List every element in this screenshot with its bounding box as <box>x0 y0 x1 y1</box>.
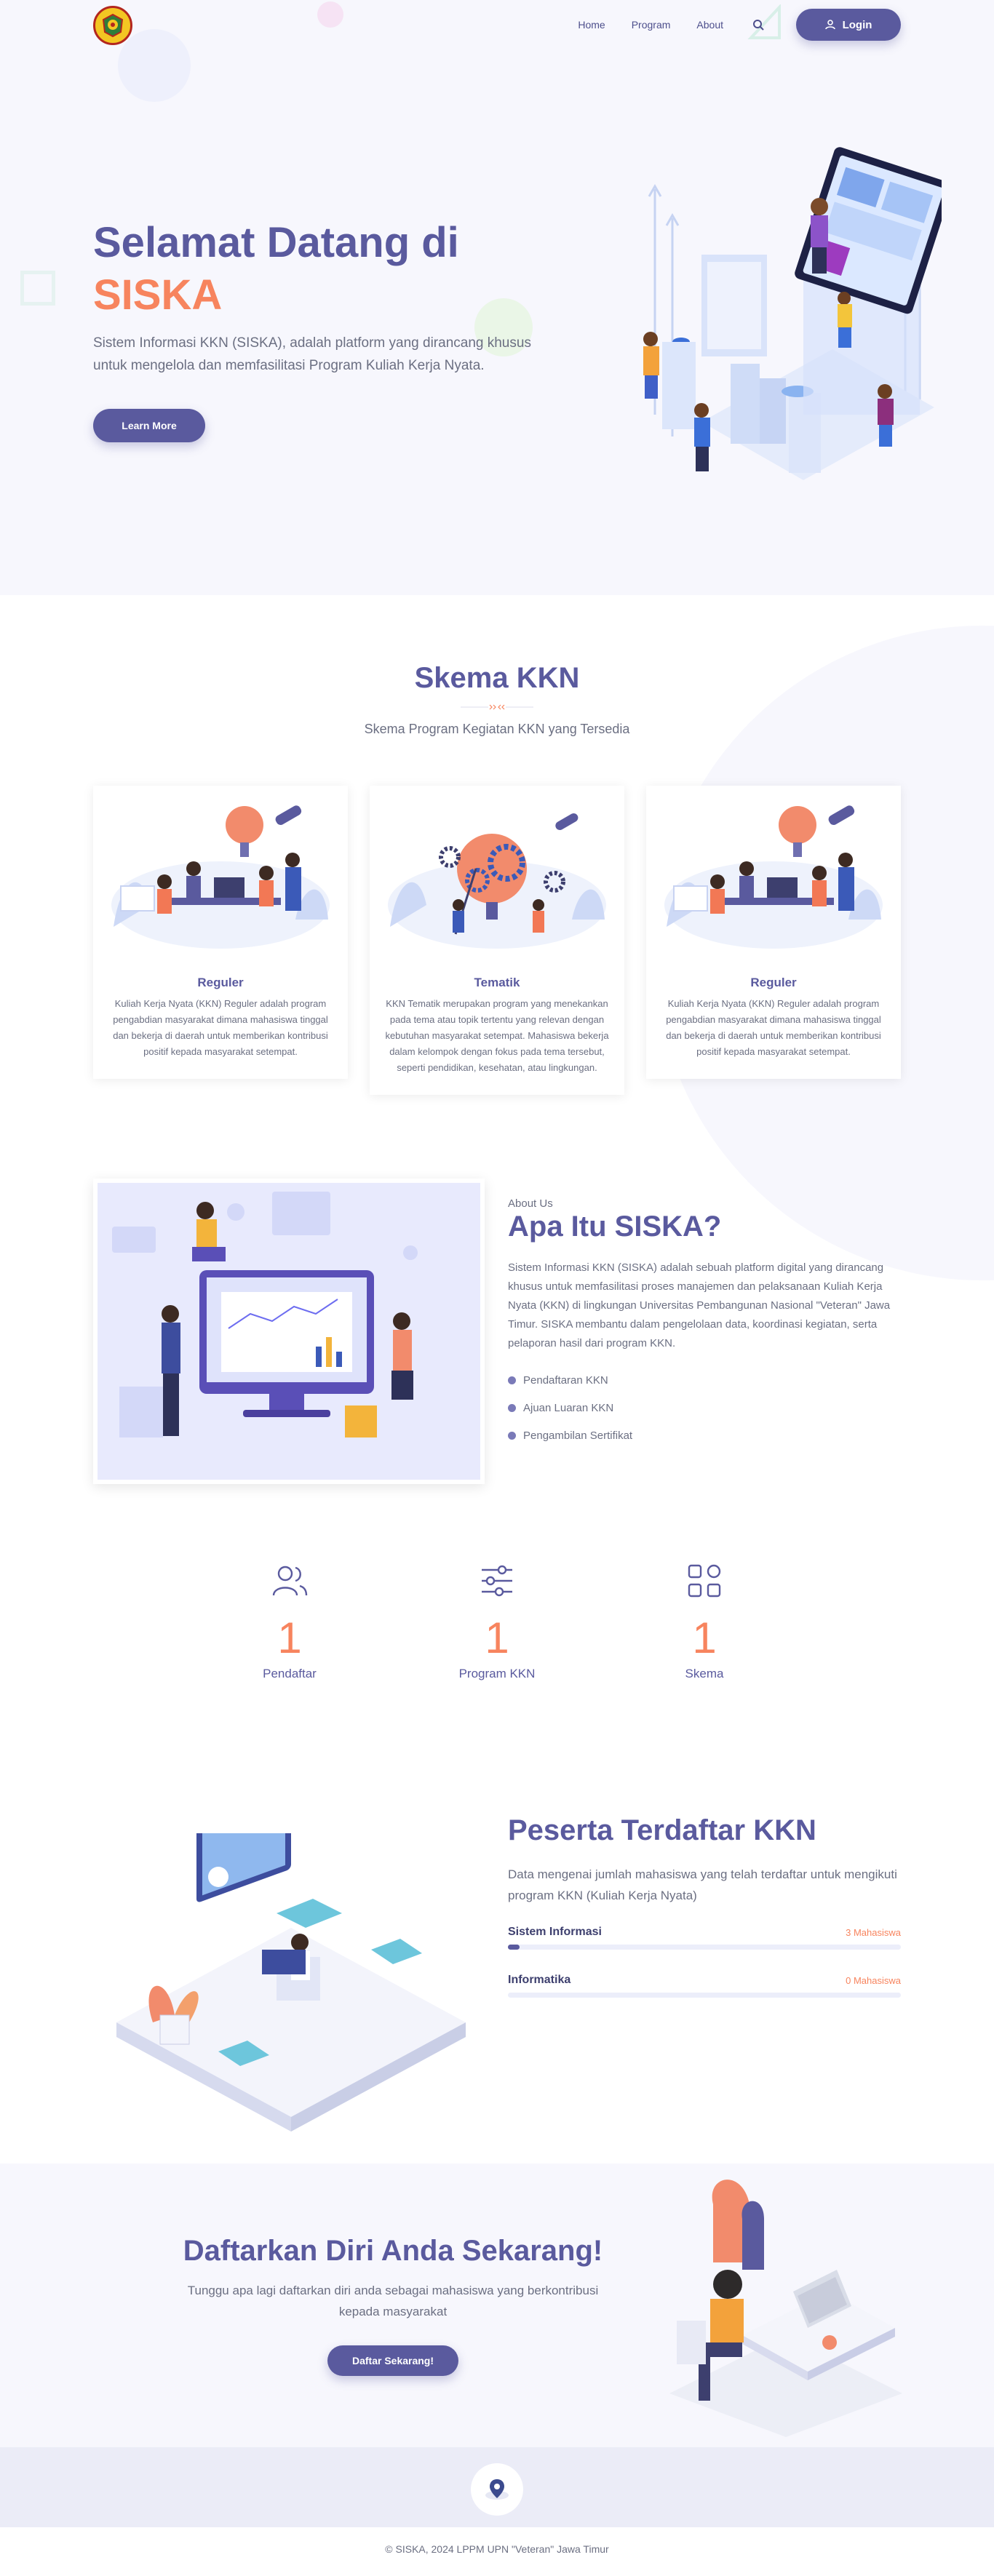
stat-value: 1 <box>485 1614 509 1662</box>
stat-value: 1 <box>277 1614 302 1662</box>
users-icon <box>272 1566 308 1596</box>
hero-section: Selamat Datang di SISKA Sistem Informasi… <box>0 0 994 595</box>
hero-title-line1: Selamat Datang di <box>93 219 459 266</box>
stat-skema: 1 Skema <box>632 1561 777 1681</box>
stat-label: Program KKN <box>458 1667 536 1680</box>
team-meeting-illustration <box>111 805 330 949</box>
copyright: © SISKA, 2024 LPPM UPN "Veteran" Jawa Ti… <box>385 2543 609 2555</box>
nav-about[interactable]: About <box>696 19 723 31</box>
list-item: Pendaftaran KKN <box>508 1366 632 1394</box>
skema-title: Skema KKN <box>414 662 580 694</box>
skema-card[interactable]: Reguler Kuliah Kerja Nyata (KKN) Reguler… <box>646 786 901 1079</box>
learn-more-button[interactable]: Learn More <box>93 409 205 442</box>
bullet-icon <box>508 1376 516 1384</box>
list-item: Ajuan Luaran KKN <box>508 1394 632 1421</box>
idea-gears-illustration <box>388 813 606 949</box>
program-name: Sistem Informasi <box>508 1926 602 1938</box>
stat-label: Skema <box>685 1667 724 1680</box>
sliders-icon <box>482 1565 512 1597</box>
about-eyebrow: About Us <box>508 1197 553 1210</box>
progress-sistem-informasi: Sistem Informasi 3 Mahasiswa <box>508 1926 901 1950</box>
login-button[interactable]: Login <box>796 9 901 41</box>
logo[interactable] <box>93 6 132 45</box>
cta-title: Daftarkan Diri Anda Sekarang! <box>183 2235 603 2267</box>
decor-square <box>20 271 55 306</box>
program-count: 3 Mahasiswa <box>846 1926 901 1938</box>
skema-card[interactable]: Reguler Kuliah Kerja Nyata (KKN) Reguler… <box>93 786 348 1079</box>
skema-card-text: Kuliah Kerja Nyata (KKN) Reguler adalah … <box>666 998 881 1057</box>
hero-illustration <box>643 147 942 480</box>
stat-pendaftar: 1 Pendaftar <box>217 1561 362 1681</box>
progress-bar <box>508 1945 901 1950</box>
footer-logo[interactable] <box>471 2463 523 2516</box>
stat-value: 1 <box>692 1614 717 1662</box>
peserta-title: Peserta Terdaftar KKN <box>508 1814 816 1846</box>
university-logo-icon <box>102 13 124 38</box>
location-pin-icon <box>485 2479 509 2500</box>
cta-text: Tunggu apa lagi daftarkan diri anda seba… <box>187 2284 599 2318</box>
skema-card[interactable]: Tematik KKN Tematik merupakan program ya… <box>370 786 624 1095</box>
main-nav: Home Program About Login <box>578 9 901 41</box>
list-item: Pengambilan Sertifikat <box>508 1421 632 1449</box>
skema-card-text: Kuliah Kerja Nyata (KKN) Reguler adalah … <box>113 998 328 1057</box>
skema-card-text: KKN Tematik merupakan program yang menek… <box>385 998 609 1073</box>
hero-subtitle: Sistem Informasi KKN (SISKA), adalah pla… <box>93 335 531 373</box>
stat-label: Pendaftar <box>263 1667 317 1680</box>
search-icon[interactable] <box>750 16 767 33</box>
about-text: Sistem Informasi KKN (SISKA) adalah sebu… <box>508 1261 891 1349</box>
program-name: Informatika <box>508 1974 571 1986</box>
register-now-button[interactable]: Daftar Sekarang! <box>327 2345 458 2376</box>
login-label: Login <box>842 18 872 31</box>
analytics-illustration <box>112 1192 418 1437</box>
skema-card-title: Reguler <box>750 976 797 989</box>
skema-card-title: Reguler <box>197 976 244 989</box>
about-title: Apa Itu SISKA? <box>508 1211 722 1243</box>
progress-fill <box>508 1945 520 1950</box>
user-icon <box>824 20 835 30</box>
skema-card-title: Tematik <box>474 976 520 989</box>
stat-program: 1 Program KKN <box>424 1561 570 1681</box>
peserta-text: Data mengenai jumlah mahasiswa yang tela… <box>508 1867 897 1902</box>
grid-icon <box>688 1564 721 1598</box>
hero-title-line2: SISKA <box>93 271 223 319</box>
nav-home[interactable]: Home <box>578 19 605 31</box>
progress-bar <box>508 1993 901 1998</box>
student-desk-illustration <box>669 2180 902 2437</box>
about-image <box>93 1179 485 1484</box>
progress-informatika: Informatika 0 Mahasiswa <box>508 1974 901 1998</box>
team-meeting-illustration <box>664 805 883 949</box>
nav-program[interactable]: Program <box>632 19 671 31</box>
bullet-icon <box>508 1403 516 1412</box>
site-header: Home Program About Login <box>0 0 994 51</box>
workspace-illustration <box>116 1833 466 2132</box>
bullet-icon <box>508 1431 516 1440</box>
skema-subtitle: Skema Program Kegiatan KKN yang Tersedia <box>364 722 630 736</box>
program-count: 0 Mahasiswa <box>846 1974 901 1986</box>
hero-title: Selamat Datang di SISKA <box>93 217 559 322</box>
about-feature-list: Pendaftaran KKN Ajuan Luaran KKN Pengamb… <box>508 1366 632 1449</box>
title-divider <box>461 704 533 710</box>
